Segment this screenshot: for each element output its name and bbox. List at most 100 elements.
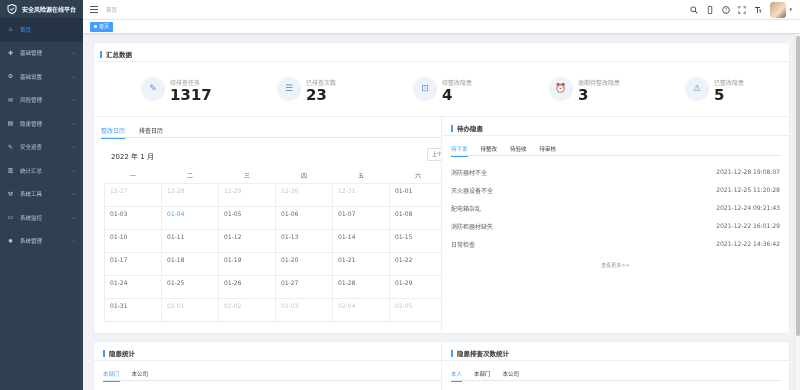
chevron-down-icon: ⌄ — [71, 73, 76, 80]
calendar-day-cell[interactable]: 01-14 — [332, 228, 390, 253]
stat-item[interactable]: ☰ 已排查次数 23 — [230, 73, 366, 107]
inspection-stats-card: 隐患排查次数统计 本人 本部门 本公司 — [441, 341, 790, 390]
page-scrollbar[interactable] — [794, 34, 800, 390]
tag-dot-icon — [94, 25, 97, 28]
tag-label: 首页 — [99, 24, 110, 30]
calendar-day-cell[interactable]: 01-27 — [275, 274, 333, 299]
calendar-day-cell[interactable]: 01-18 — [161, 251, 219, 276]
stat-item[interactable]: ⏰ 逾期待整改隐患 3 — [502, 73, 638, 107]
calendar-day-cell[interactable]: 02-05 — [389, 297, 447, 322]
search-icon[interactable] — [690, 6, 699, 14]
calendar-day-cell[interactable]: 01-25 — [161, 274, 219, 299]
todo-list: 消防器材不全 2021-12-28 19:08:07 灭火器设备不全 2021-12-… — [451, 163, 780, 253]
stat-value: 23 — [306, 85, 327, 104]
sidebar-item-3[interactable]: ✉ 风险管理 ⌄ — [0, 89, 83, 113]
hamburger-menu-icon[interactable] — [90, 6, 98, 13]
calendar-day-cell[interactable]: 01-26 — [218, 274, 276, 299]
todo-item[interactable]: 日常检查 2021-12-22 14:36:42 — [451, 235, 780, 253]
calendar-day-cell[interactable]: 12-30 — [275, 182, 333, 207]
view-more-link[interactable]: 查看更多>> — [442, 262, 789, 269]
calendar-day-cell[interactable]: 01-22 — [389, 251, 447, 276]
sidebar-item-6[interactable]: ▥ 统计汇总 ⌄ — [0, 159, 83, 183]
calendar-day-cell[interactable]: 12-29 — [218, 182, 276, 207]
calendar-day-cell[interactable]: 01-01 — [389, 182, 447, 207]
chart-icon: ▥ — [7, 167, 14, 175]
calendar-day-cell[interactable]: 12-27 — [104, 182, 162, 207]
todo-card: 待办隐患 待下发 待整改 待验收 待审核 消防器材不全 2021-12-28 19:08… — [441, 116, 790, 334]
user-avatar[interactable] — [770, 2, 787, 18]
scrollbar-thumb[interactable] — [796, 36, 800, 336]
sidebar-item-2[interactable]: ⚙ 基础设置 ⌄ — [0, 65, 83, 89]
warning-icon: ⚠ — [685, 77, 709, 101]
rectify-icon: ⊡ — [413, 77, 437, 101]
calendar-day-cell[interactable]: 01-31 — [104, 297, 162, 322]
caret-down-icon[interactable]: ▾ — [789, 7, 792, 13]
tag-home[interactable]: 首页 — [90, 21, 114, 32]
edit-icon: ✎ — [7, 143, 14, 151]
calendar-day-cell[interactable]: 01-13 — [275, 228, 333, 253]
todo-item[interactable]: 配电箱杂乱 2021-12-24 09:21:43 — [451, 199, 780, 217]
calendar-day-cell[interactable]: 01-03 — [104, 205, 162, 230]
calendar-day-cell[interactable]: 01-20 — [275, 251, 333, 276]
help-icon[interactable]: ? — [722, 6, 731, 14]
app-title: 安全风险源在线平台 — [22, 6, 77, 14]
chevron-down-icon: ⌄ — [71, 191, 76, 198]
sidebar-item-9[interactable]: ✹ 系统管理 ⌄ — [0, 230, 83, 254]
calendar-day-cell[interactable]: 01-06 — [275, 205, 333, 230]
plus-icon: ✚ — [7, 49, 14, 57]
chevron-down-icon: ⌄ — [71, 97, 76, 104]
calendar-day-cell[interactable]: 01-15 — [389, 228, 447, 253]
calendar-day-cell[interactable]: 01-12 — [218, 228, 276, 253]
calendar-day-cell[interactable]: 01-11 — [161, 228, 219, 253]
calendar-day-cell[interactable]: 01-04 — [161, 205, 219, 230]
todo-item-time: 2021-12-22 16:01:29 — [716, 222, 780, 230]
calendar-day-cell[interactable]: 01-28 — [332, 274, 390, 299]
sidebar-item-0[interactable]: ⌂ 首页 — [0, 18, 83, 42]
calendar-day-cell[interactable]: 01-17 — [104, 251, 162, 276]
sidebar-item-4[interactable]: ▤ 隐患管理 ⌄ — [0, 112, 83, 136]
font-size-icon[interactable] — [754, 6, 762, 14]
calendar-day-cell[interactable]: 02-04 — [332, 297, 390, 322]
calendar-day-cell[interactable]: 01-19 — [218, 251, 276, 276]
calendar-day-cell[interactable]: 01-21 — [332, 251, 390, 276]
calendar-day-cell[interactable]: 02-02 — [218, 297, 276, 322]
sidebar-item-label: 系统工具 — [20, 192, 43, 199]
calendar-day-cell[interactable]: 02-03 — [275, 297, 333, 322]
sidebar-item-label: 系统监控 — [20, 215, 43, 222]
calendar-day-cell[interactable]: 02-01 — [161, 297, 219, 322]
todo-item-time: 2021-12-25 11:20:28 — [716, 186, 780, 194]
calendar-day-cell[interactable]: 12-31 — [332, 182, 390, 207]
stat-item[interactable]: ✎ 待排查任务 1317 — [94, 73, 230, 107]
chevron-down-icon: ⌄ — [71, 214, 76, 221]
sidebar-item-8[interactable]: ▭ 系统监控 ⌄ — [0, 206, 83, 230]
sidebar-item-label: 系统管理 — [20, 239, 43, 246]
todo-item[interactable]: 消防器材不全 2021-12-28 19:08:07 — [451, 163, 780, 181]
alarm-clock-icon: ⏰ — [549, 77, 573, 101]
todo-item[interactable]: 灭火器设备不全 2021-12-25 11:20:28 — [451, 181, 780, 199]
stat-item[interactable]: ⚠ 已整改隐患 5 — [638, 73, 774, 107]
fullscreen-icon[interactable] — [738, 6, 747, 14]
sidebar-item-7[interactable]: ⚒ 系统工具 ⌄ — [0, 183, 83, 207]
todo-item-name: 配电箱杂乱 — [451, 205, 482, 213]
inspection-stats-title: 隐患排查次数统计 — [451, 348, 509, 358]
calendar-day-cell[interactable]: 01-08 — [389, 205, 447, 230]
mobile-icon[interactable] — [706, 6, 714, 14]
weekday-header: 四 — [275, 169, 333, 184]
sidebar: 安全风险源在线平台 ⌂ 首页 ✚ 基础管理 ⌄ ⚙ 基础设置 ⌄ ✉ 风险管理 ⌄ ▤ 隐患管理 ⌄ ✎ 安全… — [0, 0, 83, 390]
stat-item[interactable]: ⊡ 待整改隐患 4 — [366, 73, 502, 107]
calendar-day-cell[interactable]: 01-05 — [218, 205, 276, 230]
calendar-day-cell[interactable]: 01-07 — [332, 205, 390, 230]
mail-icon: ✉ — [7, 96, 14, 104]
calendar-day-cell[interactable]: 01-29 — [389, 274, 447, 299]
app-logo[interactable]: 安全风险源在线平台 — [0, 0, 83, 18]
breadcrumb[interactable]: 首页 — [106, 6, 117, 14]
settings-icon: ⚙ — [7, 73, 14, 81]
stat-value: 4 — [442, 85, 453, 104]
calendar-day-cell[interactable]: 01-10 — [104, 228, 162, 253]
todo-item[interactable]: 消防柜器材缺失 2021-12-22 16:01:29 — [451, 217, 780, 235]
calendar-day-cell[interactable]: 12-28 — [161, 182, 219, 207]
calendar-day-cell[interactable]: 01-24 — [104, 274, 162, 299]
weekday-header: 二 — [161, 169, 219, 184]
sidebar-item-5[interactable]: ✎ 安全巡查 ⌄ — [0, 136, 83, 160]
sidebar-item-1[interactable]: ✚ 基础管理 ⌄ — [0, 42, 83, 66]
